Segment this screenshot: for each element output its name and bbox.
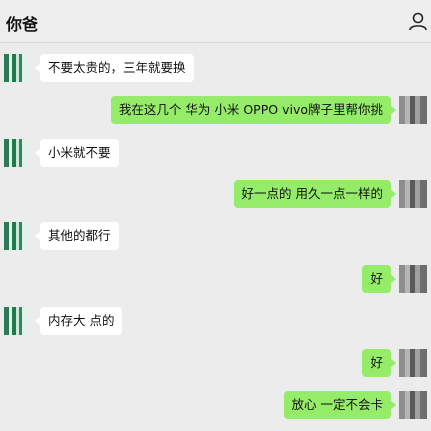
my-avatar[interactable] (399, 349, 427, 377)
message-row: 内存大 点的 (4, 307, 427, 347)
message-row: 好 (4, 349, 427, 389)
contact-avatar[interactable] (4, 222, 32, 250)
message-bubble-incoming[interactable]: 小米就不要 (35, 139, 119, 167)
message-bubble-outgoing[interactable]: 我在这几个 华为 小米 OPPO vivo牌子里帮你挑 (110, 96, 397, 124)
my-avatar[interactable] (399, 96, 427, 124)
contact-avatar[interactable] (4, 307, 32, 335)
person-icon[interactable] (407, 10, 429, 32)
message-row: 其他的都行 (4, 222, 427, 262)
message-row: 放心 一定不会卡 (4, 391, 427, 431)
message-row: 我在这几个 华为 小米 OPPO vivo牌子里帮你挑 (4, 96, 427, 136)
message-row: 小米就不要 (4, 139, 427, 179)
my-avatar[interactable] (399, 391, 427, 419)
message-bubble-outgoing[interactable]: 好 (362, 349, 396, 377)
message-bubble-incoming[interactable]: 内存大 点的 (34, 307, 123, 335)
message-bubble-outgoing[interactable]: 好 (362, 265, 396, 293)
message-row: 好 (4, 265, 427, 305)
chat-title: 你爸 (6, 15, 39, 34)
message-bubble-outgoing[interactable]: 好一点的 用久一点一样的 (233, 180, 397, 208)
my-avatar[interactable] (399, 180, 427, 208)
contact-avatar[interactable] (4, 54, 32, 82)
message-row: 好一点的 用久一点一样的 (4, 180, 427, 220)
message-bubble-outgoing[interactable]: 放心 一定不会卡 (283, 391, 397, 419)
message-bubble-incoming[interactable]: 不要太贵的，三年就要换 (35, 54, 194, 82)
contact-avatar[interactable] (4, 139, 32, 167)
message-bubble-incoming[interactable]: 其他的都行 (35, 222, 119, 250)
message-row: 不要太贵的，三年就要换 (4, 54, 427, 94)
my-avatar[interactable] (399, 265, 427, 293)
chat-header: 你爸 (0, 0, 431, 43)
